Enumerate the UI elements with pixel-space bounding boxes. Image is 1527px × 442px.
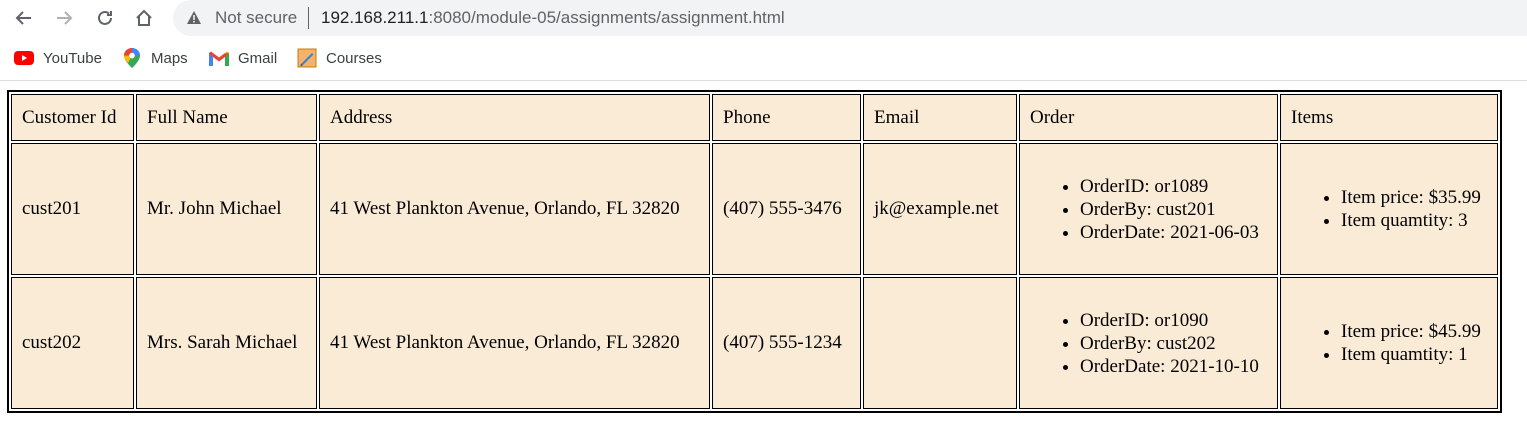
cell-customer-id: cust201 bbox=[11, 143, 134, 275]
order-date: OrderDate: 2021-10-10 bbox=[1080, 355, 1267, 378]
cell-address: 41 West Plankton Avenue, Orlando, FL 328… bbox=[319, 143, 710, 275]
reload-icon[interactable] bbox=[93, 6, 117, 30]
header-row: Customer Id Full Name Address Phone Emai… bbox=[11, 94, 1498, 141]
cell-email: jk@example.net bbox=[863, 143, 1017, 275]
header-email: Email bbox=[863, 94, 1017, 141]
table-row: cust202 Mrs. Sarah Michael 41 West Plank… bbox=[11, 277, 1498, 409]
cell-phone: (407) 555-1234 bbox=[712, 277, 861, 409]
header-items: Items bbox=[1280, 94, 1498, 141]
cell-full-name: Mr. John Michael bbox=[136, 143, 317, 275]
bookmark-label: YouTube bbox=[43, 49, 102, 67]
order-id: OrderID: or1090 bbox=[1080, 309, 1267, 332]
order-list: OrderID: or1090 OrderBy: cust202 OrderDa… bbox=[1030, 309, 1267, 378]
bookmark-label: Gmail bbox=[238, 49, 278, 67]
items-list: Item price: $35.99 Item quamtity: 3 bbox=[1291, 186, 1487, 232]
table-row: cust201 Mr. John Michael 41 West Plankto… bbox=[11, 143, 1498, 275]
cell-order: OrderID: or1089 OrderBy: cust201 OrderDa… bbox=[1019, 143, 1278, 275]
url-host: 192.168.211.1 bbox=[321, 8, 429, 27]
url-path: :8080/module-05/assignments/assignment.h… bbox=[428, 8, 785, 27]
back-arrow-icon[interactable] bbox=[12, 6, 36, 30]
home-icon[interactable] bbox=[132, 6, 156, 30]
cell-email bbox=[863, 277, 1017, 409]
youtube-icon bbox=[14, 48, 34, 68]
order-date: OrderDate: 2021-06-03 bbox=[1080, 221, 1267, 244]
bookmark-label: Maps bbox=[151, 49, 188, 67]
order-list: OrderID: or1089 OrderBy: cust201 OrderDa… bbox=[1030, 175, 1267, 244]
url-text[interactable]: 192.168.211.1:8080/module-05/assignments… bbox=[321, 8, 785, 28]
courses-icon bbox=[297, 48, 317, 68]
cell-address: 41 West Plankton Avenue, Orlando, FL 328… bbox=[319, 277, 710, 409]
bookmark-label: Courses bbox=[326, 49, 382, 67]
header-phone: Phone bbox=[712, 94, 861, 141]
item-quantity: Item quamtity: 3 bbox=[1341, 209, 1487, 232]
browser-toolbar: Not secure 192.168.211.1:8080/module-05/… bbox=[0, 0, 1527, 36]
cell-items: Item price: $45.99 Item quamtity: 1 bbox=[1280, 277, 1498, 409]
cell-order: OrderID: or1090 OrderBy: cust202 OrderDa… bbox=[1019, 277, 1278, 409]
customer-table: Customer Id Full Name Address Phone Emai… bbox=[7, 90, 1502, 413]
item-quantity: Item quamtity: 1 bbox=[1341, 343, 1487, 366]
security-label[interactable]: Not secure bbox=[215, 8, 297, 28]
warning-icon[interactable] bbox=[186, 10, 202, 30]
bookmark-courses[interactable]: Courses bbox=[297, 47, 382, 69]
header-address: Address bbox=[319, 94, 710, 141]
order-by: OrderBy: cust201 bbox=[1080, 198, 1267, 221]
header-full-name: Full Name bbox=[136, 94, 317, 141]
forward-arrow-icon[interactable] bbox=[52, 6, 76, 30]
toolbar-divider bbox=[0, 80, 1527, 81]
bookmark-maps[interactable]: Maps bbox=[122, 47, 188, 69]
cell-full-name: Mrs. Sarah Michael bbox=[136, 277, 317, 409]
header-customer-id: Customer Id bbox=[11, 94, 134, 141]
header-order: Order bbox=[1019, 94, 1278, 141]
address-bar[interactable]: Not secure 192.168.211.1:8080/module-05/… bbox=[173, 0, 1527, 36]
cell-items: Item price: $35.99 Item quamtity: 3 bbox=[1280, 143, 1498, 275]
bookmark-youtube[interactable]: YouTube bbox=[14, 47, 102, 69]
items-list: Item price: $45.99 Item quamtity: 1 bbox=[1291, 320, 1487, 366]
order-by: OrderBy: cust202 bbox=[1080, 332, 1267, 355]
bookmark-gmail[interactable]: Gmail bbox=[209, 47, 277, 69]
item-price: Item price: $35.99 bbox=[1341, 186, 1487, 209]
item-price: Item price: $45.99 bbox=[1341, 320, 1487, 343]
cell-phone: (407) 555-3476 bbox=[712, 143, 861, 275]
order-id: OrderID: or1089 bbox=[1080, 175, 1267, 198]
bookmarks-bar: YouTube Maps Gmail Courses bbox=[0, 44, 1527, 72]
separator bbox=[308, 7, 309, 29]
maps-icon bbox=[122, 48, 142, 68]
cell-customer-id: cust202 bbox=[11, 277, 134, 409]
gmail-icon bbox=[209, 48, 229, 68]
